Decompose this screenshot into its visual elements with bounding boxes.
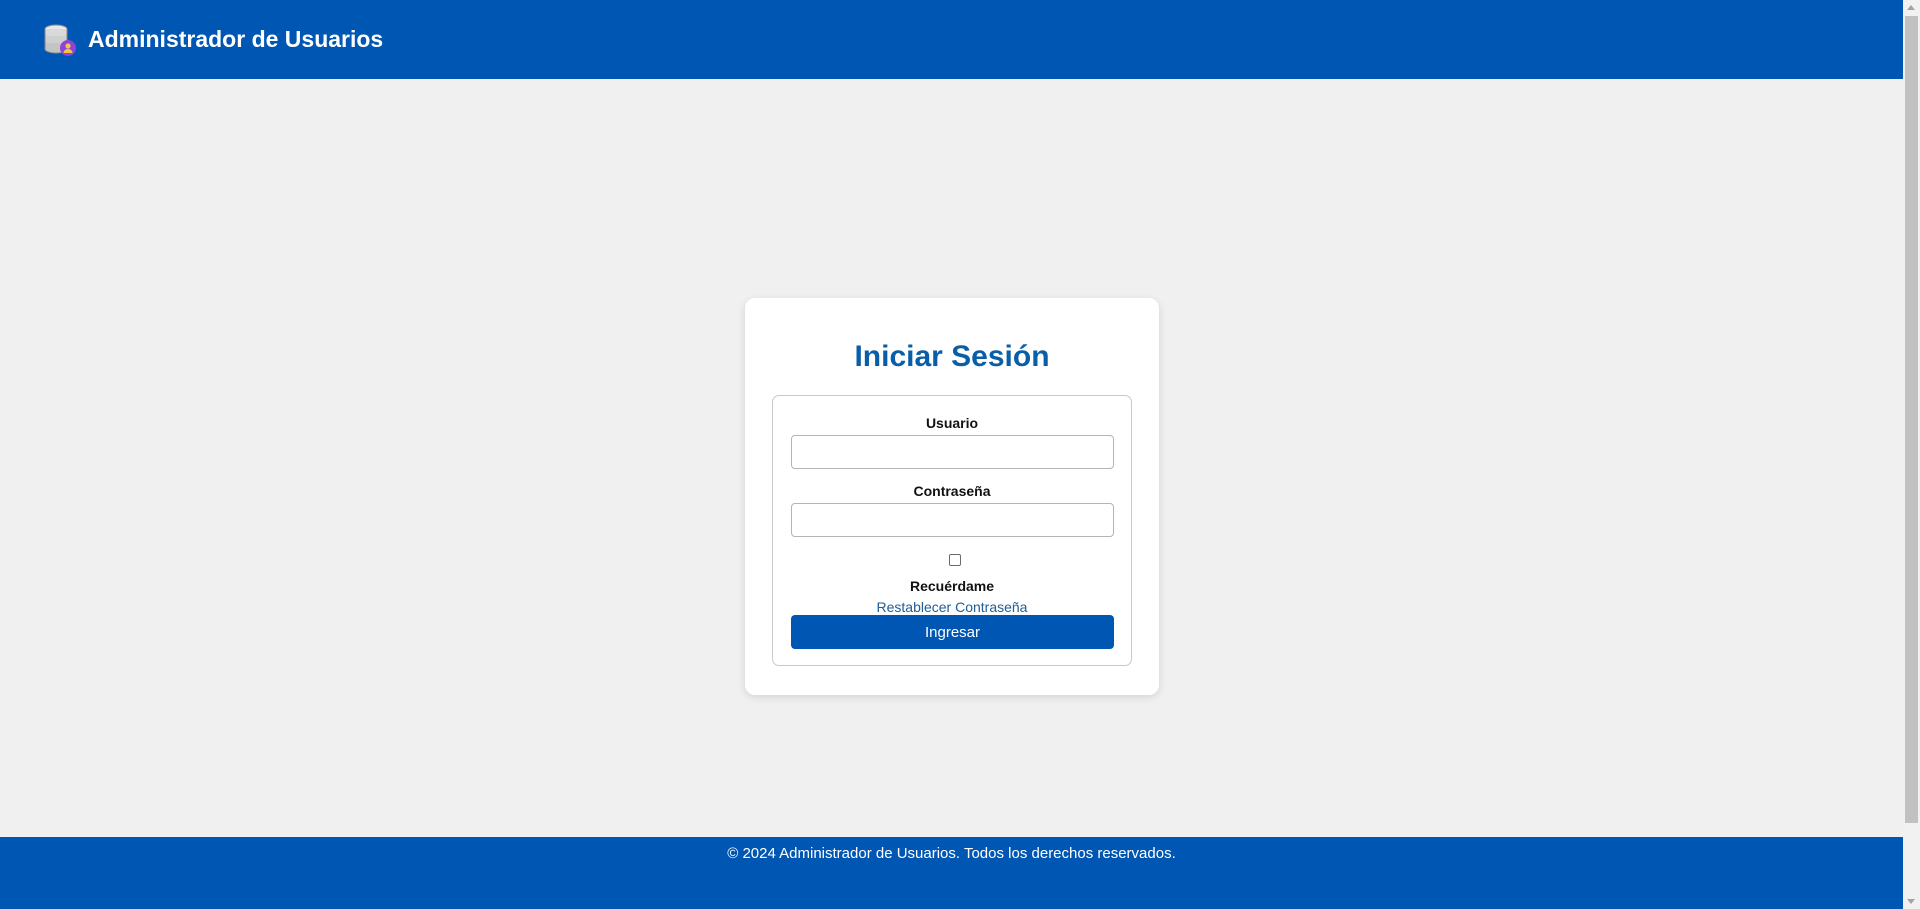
remember-label: Recuérdame [909,578,995,594]
footer-text: © 2024 Administrador de Usuarios. Todos … [727,845,1176,862]
scroll-up-icon[interactable] [1907,5,1915,10]
remember-checkbox[interactable] [949,554,961,566]
vertical-scrollbar[interactable] [1903,0,1920,909]
app-title: Administrador de Usuarios [88,26,384,52]
login-card: Iniciar Sesión Usuario Contraseña Recuér… [745,298,1159,695]
login-title: Iniciar Sesión [854,340,1050,373]
scroll-down-icon[interactable] [1907,899,1915,904]
username-label: Usuario [925,415,979,431]
database-user-icon [44,24,76,56]
username-input[interactable] [791,435,1114,469]
scroll-thumb[interactable] [1905,16,1918,823]
login-form: Usuario Contraseña Recuérdame Restablece… [772,395,1132,666]
password-input[interactable] [791,503,1114,537]
reset-password-link[interactable]: Restablecer Contraseña [773,599,1131,615]
app-header: Administrador de Usuarios [0,0,1903,79]
password-label: Contraseña [913,483,991,499]
app-footer: © 2024 Administrador de Usuarios. Todos … [0,837,1903,909]
login-button[interactable]: Ingresar [791,615,1114,649]
